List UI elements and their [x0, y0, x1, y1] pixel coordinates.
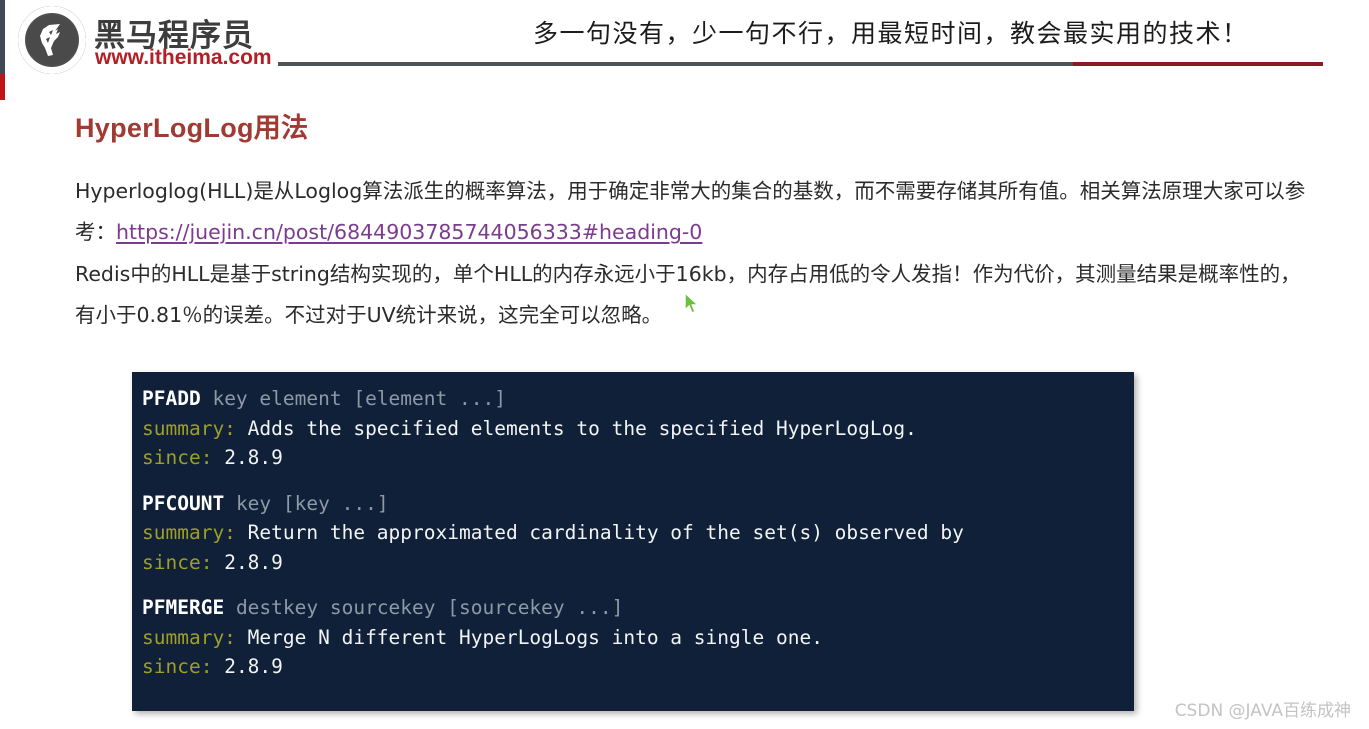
- command-group: PFCOUNT key [key ...] summary: Return th…: [142, 489, 1134, 578]
- summary-text: Adds the specified elements to the speci…: [247, 416, 917, 440]
- command-summary-line: summary: Return the approximated cardina…: [142, 518, 1134, 548]
- command-name: PFADD: [142, 387, 201, 410]
- command-group: PFADD key element [element ...] summary:…: [142, 384, 1134, 473]
- paragraph-intro: Hyperloglog(HLL)是从Loglog算法派生的概率算法，用于确定非常…: [75, 171, 1320, 253]
- command-since-line: since: 2.8.9: [142, 652, 1134, 682]
- summary-label: summary:: [142, 625, 236, 649]
- command-signature-line: PFMERGE destkey sourcekey [sourcekey ...…: [142, 593, 1134, 623]
- command-since-line: since: 2.8.9: [142, 548, 1134, 578]
- command-args: destkey sourcekey [sourcekey ...]: [235, 596, 624, 619]
- header-rule-gray: [278, 62, 1073, 66]
- since-value: 2.8.9: [224, 655, 283, 678]
- redis-command-help-code-block: PFADD key element [element ...] summary:…: [132, 372, 1134, 711]
- command-args: key [key ...]: [235, 491, 389, 515]
- summary-text: Merge N different HyperLogLogs into a si…: [247, 625, 823, 649]
- since-label: since:: [142, 655, 213, 678]
- since-value: 2.8.9: [224, 550, 283, 574]
- csdn-watermark: CSDN @JAVA百练成神: [1174, 701, 1351, 721]
- command-summary-line: summary: Adds the specified elements to …: [142, 414, 1134, 444]
- summary-label: summary:: [142, 416, 236, 440]
- since-label: since:: [142, 550, 213, 574]
- page-title: HyperLogLog用法: [75, 113, 309, 143]
- horse-head-logo-icon: [18, 6, 86, 74]
- command-summary-line: summary: Merge N different HyperLogLogs …: [142, 623, 1134, 653]
- brand-logo: 黑马程序员 www.itheima.com: [18, 4, 272, 76]
- command-signature-line: PFCOUNT key [key ...]: [142, 489, 1134, 519]
- since-value: 2.8.9: [224, 446, 283, 469]
- since-label: since:: [142, 446, 213, 469]
- brand-website-url: www.itheima.com: [95, 46, 272, 69]
- paragraph-details: Redis中的HLL是基于string结构实现的，单个HLL的内存永远小于16k…: [75, 262, 1301, 327]
- header-rule-red: [1073, 62, 1323, 66]
- reference-link[interactable]: https://juejin.cn/post/68449037857440563…: [116, 220, 702, 244]
- header-slogan: 多一句没有，少一句不行，用最短时间，教会最实用的技术！: [533, 19, 1249, 48]
- command-args: key element [element ...]: [212, 387, 506, 410]
- command-group: PFMERGE destkey sourcekey [sourcekey ...…: [142, 593, 1134, 682]
- command-name: PFMERGE: [142, 596, 225, 619]
- summary-label: summary:: [142, 521, 236, 544]
- command-since-line: since: 2.8.9: [142, 443, 1134, 473]
- summary-text: Return the approximated cardinality of t…: [247, 521, 964, 544]
- page-header: 黑马程序员 www.itheima.com 多一句没有，少一句不行，用最短时间，…: [0, 0, 1369, 88]
- command-name: PFCOUNT: [142, 491, 225, 515]
- command-signature-line: PFADD key element [element ...]: [142, 384, 1134, 414]
